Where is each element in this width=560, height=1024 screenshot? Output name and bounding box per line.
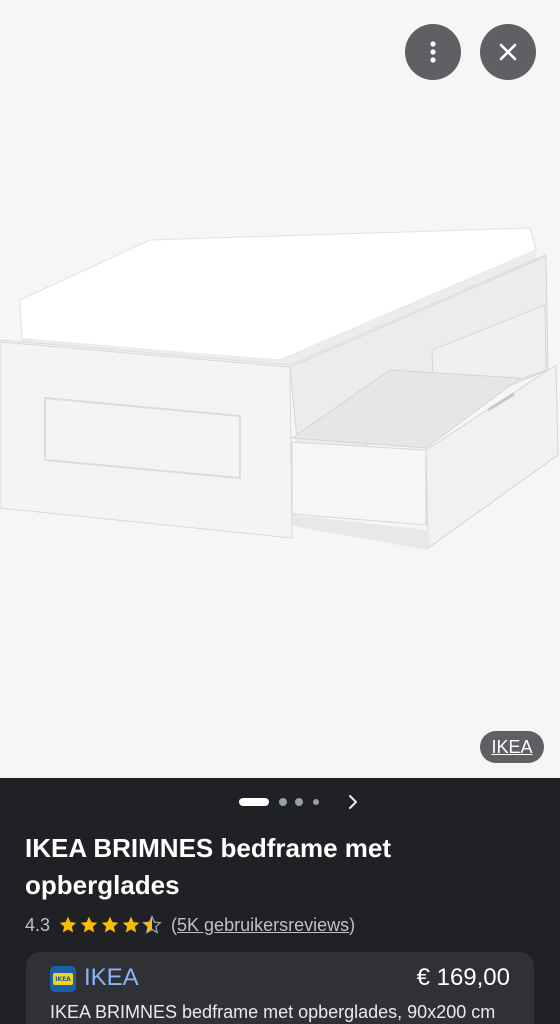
image-viewer: IKEA <box>0 0 560 778</box>
offer-card[interactable]: IKEA IKEA € 169,00 IKEA BRIMNES bedframe… <box>26 952 534 1024</box>
carousel-dot[interactable] <box>313 799 319 805</box>
source-badge[interactable]: IKEA <box>480 731 544 763</box>
carousel-indicator <box>0 796 560 808</box>
reviews-close: ) <box>349 914 356 935</box>
rating-row: 4.3 (5K gebruikersreviews) <box>25 911 355 939</box>
reviews-label[interactable]: 5K gebruikersreviews <box>177 915 349 935</box>
offer-description[interactable]: IKEA BRIMNES bedframe met opberglades, 9… <box>50 1002 520 1023</box>
store-logo-icon: IKEA <box>50 966 76 992</box>
star-icon <box>80 916 98 933</box>
close-icon <box>499 43 517 61</box>
store-name[interactable]: IKEA <box>84 964 139 992</box>
star-icon <box>59 916 77 933</box>
reviews-link[interactable]: (5K gebruikersreviews) <box>171 915 355 936</box>
carousel-dot-active[interactable] <box>239 798 269 806</box>
star-rating <box>58 915 163 935</box>
carousel-dot[interactable] <box>279 798 287 806</box>
star-icon <box>101 916 119 933</box>
star-icon <box>122 916 140 933</box>
product-title[interactable]: IKEA BRIMNES bedframe met opberglades <box>25 830 525 904</box>
price: € 169,00 <box>416 964 510 991</box>
rating-value: 4.3 <box>25 914 51 935</box>
carousel-dot[interactable] <box>295 798 303 806</box>
half-star-icon <box>142 915 162 934</box>
product-image <box>0 227 559 550</box>
close-button[interactable] <box>480 24 536 80</box>
more-options-button[interactable] <box>405 24 461 80</box>
chevron-right-icon[interactable] <box>344 792 362 812</box>
more-vert-icon <box>430 41 436 63</box>
